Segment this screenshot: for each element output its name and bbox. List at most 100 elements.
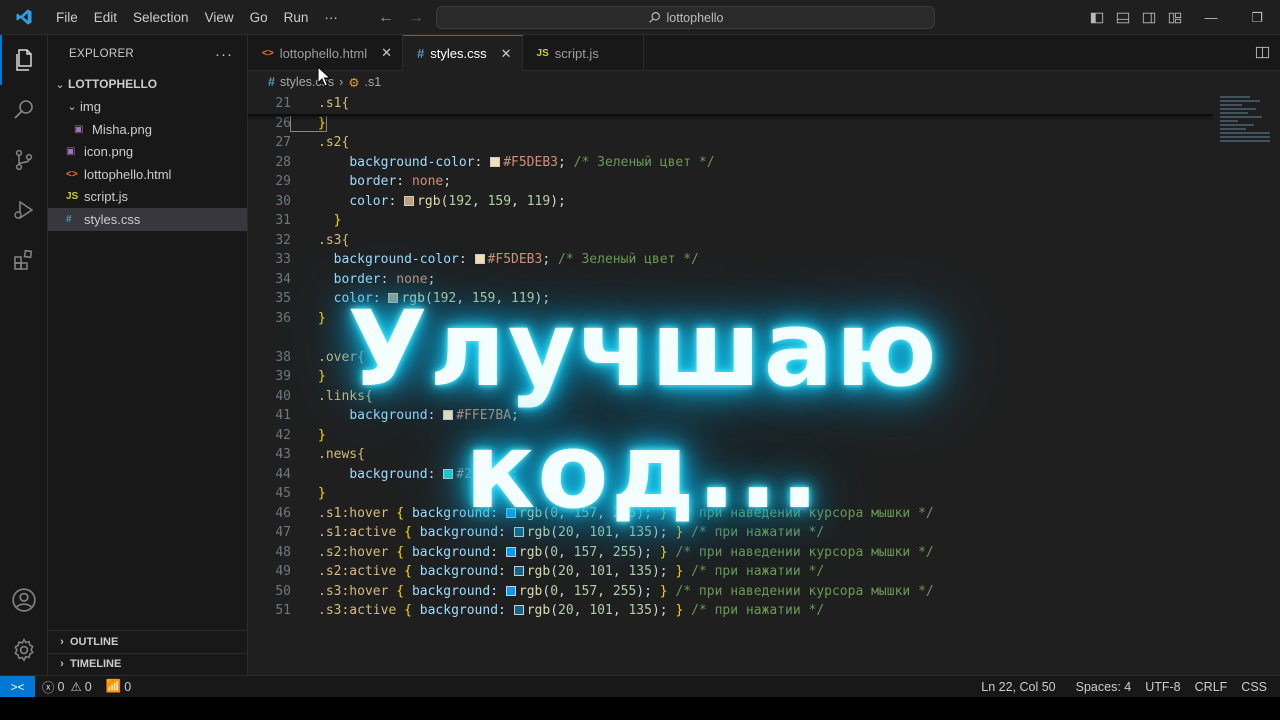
tab-label: script.js xyxy=(554,45,599,61)
code-line: 51 .s3:active { background: rgb(20, 101, … xyxy=(275,603,825,619)
js-file-icon: JS xyxy=(66,191,79,203)
menu-run[interactable]: Run xyxy=(276,10,317,25)
overlay-caption: Улучшаю код... xyxy=(347,288,939,532)
project-name: LOTTOPHELLO xyxy=(68,77,158,92)
mouse-cursor-icon xyxy=(317,66,332,87)
encoding[interactable]: UTF-8 xyxy=(1138,680,1187,694)
image-file-icon: ▣ xyxy=(66,146,76,158)
menu-go[interactable]: Go xyxy=(242,10,276,25)
back-arrow-icon[interactable]: ← xyxy=(378,9,394,27)
error-icon: ⓧ xyxy=(42,681,55,695)
css-file-icon: # xyxy=(417,46,425,61)
outline-label: OUTLINE xyxy=(70,635,119,648)
tree-item-icon-png[interactable]: ▣ icon.png xyxy=(48,141,247,164)
breadcrumb-symbol[interactable]: .s1 xyxy=(365,75,382,89)
broadcast-icon: 📶 xyxy=(105,679,122,693)
search-icon xyxy=(648,12,660,23)
tree-item-img[interactable]: ⌄ img xyxy=(48,96,247,119)
warning-icon: ⚠ xyxy=(70,680,82,694)
account-icon[interactable] xyxy=(0,575,48,625)
chevron-right-icon: › xyxy=(339,75,344,89)
chevron-down-icon: ⌄ xyxy=(55,78,65,91)
sticky-scroll-divider xyxy=(248,114,1213,116)
chevron-right-icon: › xyxy=(60,658,64,671)
problems-indicator[interactable]: ⓧ 0 ⚠ 0 xyxy=(35,677,99,696)
cursor-position[interactable]: Ln 22, Col 50 xyxy=(974,680,1062,694)
code-line: 21 .s1{ xyxy=(275,96,350,112)
outline-section[interactable]: › OUTLINE xyxy=(48,630,247,653)
menu-file[interactable]: File xyxy=(48,10,86,25)
code-line: 26} xyxy=(275,114,327,132)
code-line: 27 .s2{ xyxy=(275,135,350,151)
source-control-icon[interactable] xyxy=(0,135,48,185)
close-tab-icon[interactable]: ✕ xyxy=(501,46,512,62)
tab-script-js[interactable]: JS script.js xyxy=(523,35,644,71)
settings-gear-icon[interactable] xyxy=(0,625,48,675)
breadcrumb: # styles.css › ⚙ .s1 xyxy=(248,71,1280,93)
html-file-icon: <> xyxy=(66,168,78,180)
explorer-icon[interactable] xyxy=(0,35,48,85)
tree-item-label: icon.png xyxy=(84,144,134,160)
tree-item-script-js[interactable]: JS script.js xyxy=(48,186,247,209)
minimap[interactable] xyxy=(1220,94,1275,169)
split-editor-icon[interactable] xyxy=(1255,45,1270,63)
timeline-label: TIMELINE xyxy=(70,658,122,671)
tree-item-label: styles.css xyxy=(84,211,141,227)
restore-icon[interactable]: ❐ xyxy=(1234,0,1280,35)
more-menu-icon[interactable]: ··· xyxy=(316,10,346,25)
code-line: 30 color: rgb(192, 159, 119); xyxy=(275,193,566,209)
run-debug-icon[interactable] xyxy=(0,185,48,235)
symbol-icon: ⚙ xyxy=(348,75,360,90)
customize-layout-icon[interactable] xyxy=(1162,0,1188,35)
vscode-logo-icon xyxy=(0,0,48,35)
minimize-icon[interactable]: — xyxy=(1188,0,1234,35)
menu-edit[interactable]: Edit xyxy=(86,10,125,25)
code-line: 32 .s3{ xyxy=(275,232,350,248)
ports-indicator[interactable]: 📶 0 xyxy=(99,679,139,694)
search-sidebar-icon[interactable] xyxy=(0,85,48,135)
tree-item-lottophello-html[interactable]: <> lottophello.html xyxy=(48,163,247,186)
tree-item-styles-css[interactable]: # styles.css xyxy=(48,208,247,231)
explorer-title: EXPLORER xyxy=(69,48,135,60)
code-line: 29 border: none; xyxy=(275,174,452,190)
toggle-panel-icon[interactable] xyxy=(1110,0,1136,35)
code-line: 34 border: none; xyxy=(275,271,436,287)
menu-view[interactable]: View xyxy=(197,10,242,25)
timeline-section[interactable]: › TIMELINE xyxy=(48,652,247,676)
command-center-search[interactable]: lottophello xyxy=(436,6,935,29)
activity-bar xyxy=(0,35,48,675)
language-mode[interactable]: CSS xyxy=(1234,680,1274,694)
line-endings[interactable]: CRLF xyxy=(1188,680,1235,694)
status-bar: >< ⓧ 0 ⚠ 0 📶 0 Ln 22, Col 50 Spaces: 4 UTF-… xyxy=(0,675,1280,698)
letterbox-bar xyxy=(0,697,1280,720)
tab-label: lottophello.html xyxy=(279,45,368,61)
tree-item-misha-png[interactable]: ▣ Misha.png xyxy=(48,118,247,141)
menu-selection[interactable]: Selection xyxy=(125,10,197,25)
code-line: 28 background-color: #F5DEB3; /* Зеленый… xyxy=(275,154,715,170)
indentation[interactable]: Spaces: 4 xyxy=(1069,680,1139,694)
tree-item-label: script.js xyxy=(84,189,129,205)
html-file-icon: <> xyxy=(262,47,274,59)
image-file-icon: ▣ xyxy=(74,123,84,135)
chevron-right-icon: › xyxy=(60,635,64,648)
css-file-icon: # xyxy=(268,75,275,89)
code-line: 49 .s2:active { background: rgb(20, 101, … xyxy=(275,564,825,580)
forward-arrow-icon[interactable]: → xyxy=(408,9,424,27)
chevron-down-icon: ⌄ xyxy=(67,101,77,114)
css-file-icon: # xyxy=(66,213,72,225)
toggle-sidebar-icon[interactable] xyxy=(1084,0,1110,35)
tab-label: styles.css xyxy=(430,46,487,61)
search-text: lottophello xyxy=(666,10,724,25)
code-line: 50 .s3:hover { background: rgb(0, 157, 25… xyxy=(275,583,934,599)
tree-item-label: img xyxy=(80,99,101,115)
tree-item-label: Misha.png xyxy=(92,121,152,137)
remote-indicator-icon[interactable]: >< xyxy=(0,675,35,698)
close-tab-icon[interactable]: ✕ xyxy=(381,45,392,61)
tree-item-label: lottophello.html xyxy=(84,166,172,182)
project-folder[interactable]: ⌄ LOTTOPHELLO xyxy=(48,73,247,96)
js-file-icon: JS xyxy=(536,47,549,59)
extensions-icon[interactable] xyxy=(0,235,48,285)
tab-styles-css[interactable]: # styles.css ✕ xyxy=(403,35,523,71)
toggle-secondary-sidebar-icon[interactable] xyxy=(1136,0,1162,35)
explorer-more-icon[interactable]: ··· xyxy=(215,46,233,63)
